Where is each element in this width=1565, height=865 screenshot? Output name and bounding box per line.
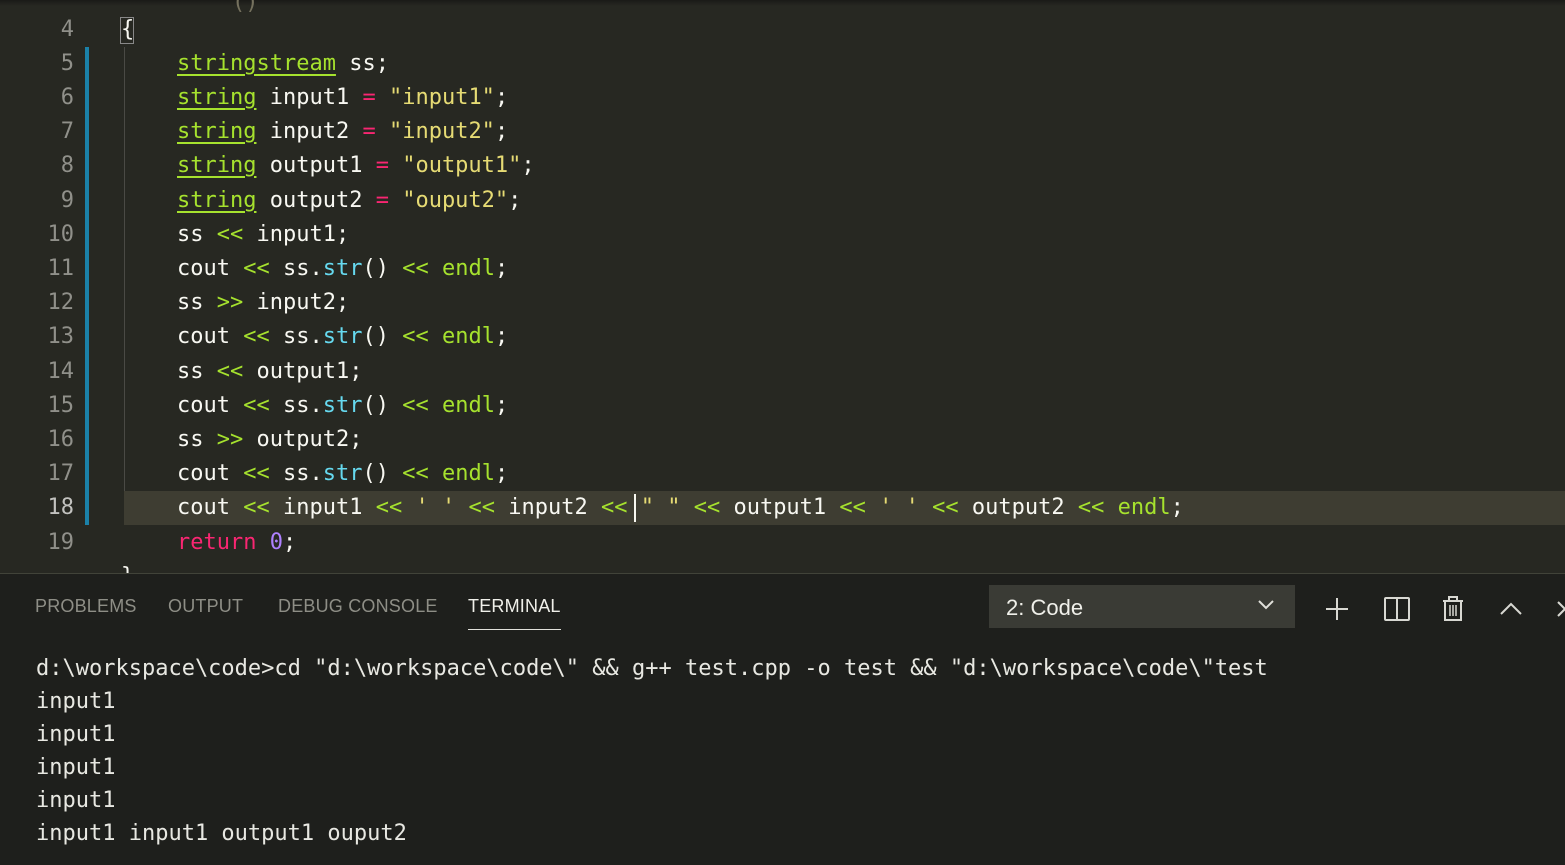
line-number: 15: [47, 393, 75, 418]
terminal-line: d:\workspace\code>cd "d:\workspace\code\…: [36, 656, 1268, 681]
code-line-11[interactable]: 11 cout << ss.str() << endl;: [0, 252, 1565, 286]
type-token: string: [177, 153, 257, 178]
line-number: 16: [47, 427, 75, 452]
new-terminal-icon[interactable]: [1322, 594, 1352, 624]
line-number: 7: [60, 119, 74, 144]
code-line-13[interactable]: 13 cout << ss.str() << endl;: [0, 320, 1565, 354]
code-line-14[interactable]: 14 ss << output1;: [0, 355, 1565, 389]
tab-output[interactable]: OUTPUT: [168, 596, 243, 617]
code-line-8[interactable]: 8 string output1 = "output1";: [0, 149, 1565, 183]
line-number: 13: [47, 324, 75, 349]
split-terminal-icon[interactable]: [1382, 594, 1412, 624]
line-number: 18: [47, 495, 75, 520]
line-number: 8: [60, 153, 74, 178]
trash-icon[interactable]: [1438, 594, 1468, 624]
tab-problems[interactable]: PROBLEMS: [35, 596, 137, 617]
code-line-9[interactable]: 9 string output2 = "ouput2";: [0, 184, 1565, 218]
keyword-return: return: [177, 530, 257, 555]
code-editor[interactable]: () 4 { 5 stringstream ss; 6 string input…: [0, 0, 1565, 573]
code-line-15[interactable]: 15 cout << ss.str() << endl;: [0, 389, 1565, 423]
code-line-4[interactable]: 4 {: [0, 13, 1565, 47]
line-number: 11: [47, 256, 75, 281]
code-line-10[interactable]: 10 ss << input1;: [0, 218, 1565, 252]
code-line-12[interactable]: 12 ss >> input2;: [0, 286, 1565, 320]
line-number: 14: [47, 359, 75, 384]
terminal-line: input1 input1 output1 ouput2: [36, 821, 407, 846]
line-number: 17: [47, 461, 75, 486]
close-panel-icon[interactable]: [1552, 594, 1565, 624]
line-number: 4: [60, 17, 74, 42]
open-brace: {: [121, 17, 135, 42]
type-token: string: [177, 188, 257, 213]
terminal-select-value: 2: Code: [1006, 595, 1084, 620]
code-line-17[interactable]: 17 cout << ss.str() << endl;: [0, 457, 1565, 491]
code-line-7[interactable]: 7 string input2 = "input2";: [0, 115, 1565, 149]
line-number: 9: [60, 188, 74, 213]
tab-debug-console[interactable]: DEBUG CONSOLE: [278, 596, 438, 617]
line-number: 6: [60, 85, 74, 110]
chevron-down-icon: [1258, 600, 1274, 610]
code-line-6[interactable]: 6 string input1 = "input1";: [0, 81, 1565, 115]
tab-terminal[interactable]: TERMINAL: [468, 596, 561, 630]
code-line-16[interactable]: 16 ss >> output2;: [0, 423, 1565, 457]
string-literal: "input1": [388, 85, 495, 110]
terminal-select[interactable]: 2: Code: [989, 585, 1295, 628]
line-number: 5: [60, 51, 74, 76]
string-literal: "output1": [402, 153, 522, 178]
type-token: stringstream: [177, 51, 336, 76]
type-token: string: [177, 119, 257, 144]
terminal-line: input1: [36, 788, 116, 813]
code-line-5[interactable]: 5 stringstream ss;: [0, 47, 1565, 81]
text-cursor: [634, 494, 636, 522]
maximize-panel-chevron-up-icon[interactable]: [1496, 594, 1526, 624]
terminal-line: input1: [36, 722, 116, 747]
code-line-18-current[interactable]: 18 cout << input1 << ' ' << input2 << " …: [0, 491, 1565, 525]
bottom-panel: PROBLEMS OUTPUT DEBUG CONSOLE TERMINAL 2…: [0, 573, 1565, 865]
code-line-19[interactable]: 19 return 0;: [0, 526, 1565, 560]
type-token: string: [177, 85, 257, 110]
line-number: 12: [47, 290, 75, 315]
string-literal: "input2": [388, 119, 495, 144]
terminal-line: input1: [36, 689, 116, 714]
line-number: 19: [47, 530, 75, 555]
terminal-output[interactable]: d:\workspace\code>cd "d:\workspace\code\…: [36, 652, 1268, 850]
active-tab-indicator: [468, 629, 561, 630]
line-number: 10: [47, 222, 75, 247]
terminal-line: input1: [36, 755, 116, 780]
string-literal: "ouput2": [402, 188, 509, 213]
partial-line-below: }: [121, 560, 134, 573]
